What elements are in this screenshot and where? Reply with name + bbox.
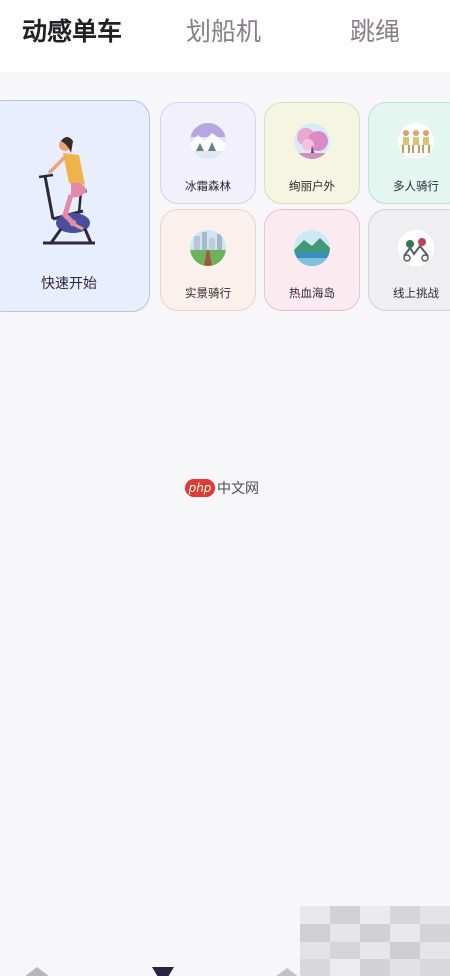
workout-icon[interactable] xyxy=(148,962,178,976)
home-icon[interactable] xyxy=(22,962,52,976)
mode-card-frost-forest[interactable]: 冰霜森林 xyxy=(160,102,256,204)
city-road-icon xyxy=(190,230,226,266)
mode-label-bright-outdoor: 绚丽户外 xyxy=(289,179,335,193)
mode-label-group-ride: 多人骑行 xyxy=(393,179,439,193)
mode-label-hot-island: 热血海岛 xyxy=(289,286,335,300)
mode-card-bright-outdoor[interactable]: 绚丽户外 xyxy=(264,102,360,204)
mode-card-hot-island[interactable]: 热血海岛 xyxy=(264,209,360,311)
blurred-region xyxy=(300,906,450,976)
watermark-text: 中文网 xyxy=(217,480,259,497)
cherry-blossom-icon xyxy=(294,123,330,159)
mode-card-real-scene[interactable]: 实景骑行 xyxy=(160,209,256,311)
tab-jump-rope[interactable]: 跳绳 xyxy=(350,14,400,50)
mode-card-group-ride[interactable]: 多人骑行 xyxy=(368,102,450,204)
watermark-badge: php xyxy=(185,478,215,497)
mode-card-online-challenge[interactable]: 线上挑战 xyxy=(368,209,450,311)
tab-spin-bike[interactable]: 动感单车 xyxy=(22,14,122,50)
frost-forest-icon xyxy=(190,123,226,159)
watermark-logo: php 中文网 xyxy=(185,477,259,497)
top-tab-bar: 动感单车 划船机 跳绳 xyxy=(0,0,450,72)
online-challenge-icon xyxy=(398,230,434,266)
quick-start-card[interactable]: 快速开始 xyxy=(0,100,150,312)
exercise-bike-icon xyxy=(38,137,95,245)
tab-rowing-machine[interactable]: 划船机 xyxy=(186,14,261,50)
mode-label-frost-forest: 冰霜森林 xyxy=(185,179,231,193)
mode-label-online-challenge: 线上挑战 xyxy=(393,286,439,300)
quick-start-label: 快速开始 xyxy=(41,276,97,292)
island-icon xyxy=(294,230,330,266)
profile-icon[interactable] xyxy=(272,962,302,976)
mode-label-real-scene: 实景骑行 xyxy=(185,286,231,300)
group-riders-icon xyxy=(398,123,434,159)
